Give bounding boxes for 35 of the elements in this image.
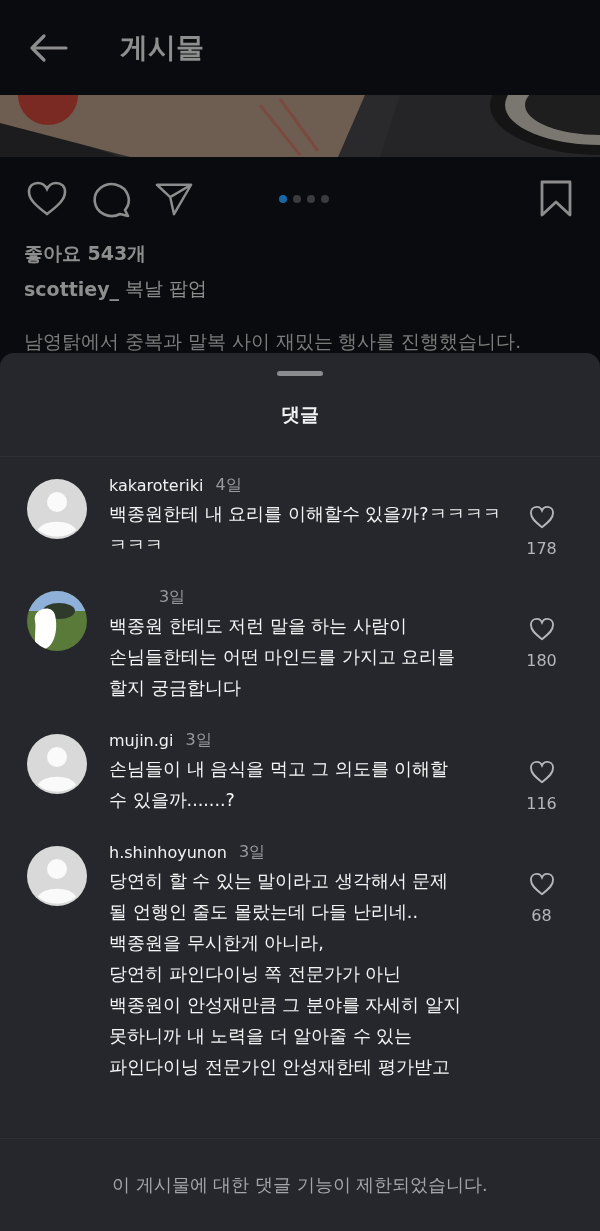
avatar-icon[interactable] bbox=[27, 846, 87, 906]
comment-username[interactable]: mujin.gi bbox=[109, 730, 174, 750]
heart-icon[interactable] bbox=[528, 760, 555, 784]
bookmark-icon[interactable] bbox=[540, 180, 572, 218]
comment-username[interactable]: h.shinhoyunon bbox=[109, 842, 227, 862]
comment-time: 3일 bbox=[185, 729, 212, 751]
comment-time: 4일 bbox=[215, 474, 242, 496]
comment-like-count: 180 bbox=[526, 651, 557, 670]
heart-icon[interactable] bbox=[528, 872, 555, 896]
avatar-icon[interactable] bbox=[27, 734, 87, 794]
comment-text: 손님들이 내 음식을 먹고 그 의도를 이해할 수 있을까.......? bbox=[109, 758, 450, 812]
comment-time: 3일 bbox=[159, 586, 186, 608]
comment-like-count: 68 bbox=[531, 906, 552, 925]
send-icon[interactable] bbox=[155, 181, 193, 217]
like-count: 좋아요 543개 bbox=[24, 241, 148, 266]
heart-icon[interactable] bbox=[27, 181, 67, 217]
comment-like-count: 178 bbox=[526, 539, 557, 558]
comment-icon[interactable] bbox=[91, 180, 131, 218]
comment-text: 당연히 할 수 있는 말이라고 생각해서 문제 될 언행인 줄도 몰랐는데 다들 난리네.. 백종원을 무시한게 아니라, 당연히 파인다이닝 쪽 전문가가 아닌 백종원이 안성재만큼 그 분야를 자세히 알지 못하니까 내 노력을 더 알아줄 수 있는 파인다이닝 전문가인 안성재한테 평가받고 bbox=[109, 870, 462, 1079]
comment-time: 3일 bbox=[238, 841, 266, 863]
comment-username[interactable]: kakaroteriki bbox=[109, 475, 204, 495]
sheet-title: 댓글 bbox=[280, 402, 320, 427]
avatar-icon[interactable] bbox=[27, 479, 87, 539]
back-arrow-icon[interactable] bbox=[28, 32, 68, 63]
comment-text: 백종원 한테도 저런 말을 하는 사람이 손님들한테는 어떤 마인드를 가지고 요리를 할지 궁금합니다 bbox=[109, 615, 457, 700]
comments-disabled-notice: 이 게시물에 대한 댓글 기능이 제한되었습니다. bbox=[112, 1174, 488, 1197]
page-title: 게시물 bbox=[120, 29, 204, 66]
sheet-handle[interactable] bbox=[277, 371, 323, 376]
comment-text: 백종원한테 내 요리를 이해할수 있을까?ㅋㅋㅋㅋㅋㅋㅋ bbox=[109, 503, 502, 557]
caption-title: 복날 팝업 bbox=[125, 276, 208, 301]
heart-icon[interactable] bbox=[528, 617, 555, 641]
heart-icon[interactable] bbox=[528, 505, 555, 529]
caption-text: 남영탉에서 중복과 말복 사이 재밌는 행사를 진행했습니다. bbox=[24, 330, 523, 353]
comment-like-count: 116 bbox=[526, 794, 557, 813]
author-name[interactable]: scottiey_ bbox=[24, 278, 120, 300]
